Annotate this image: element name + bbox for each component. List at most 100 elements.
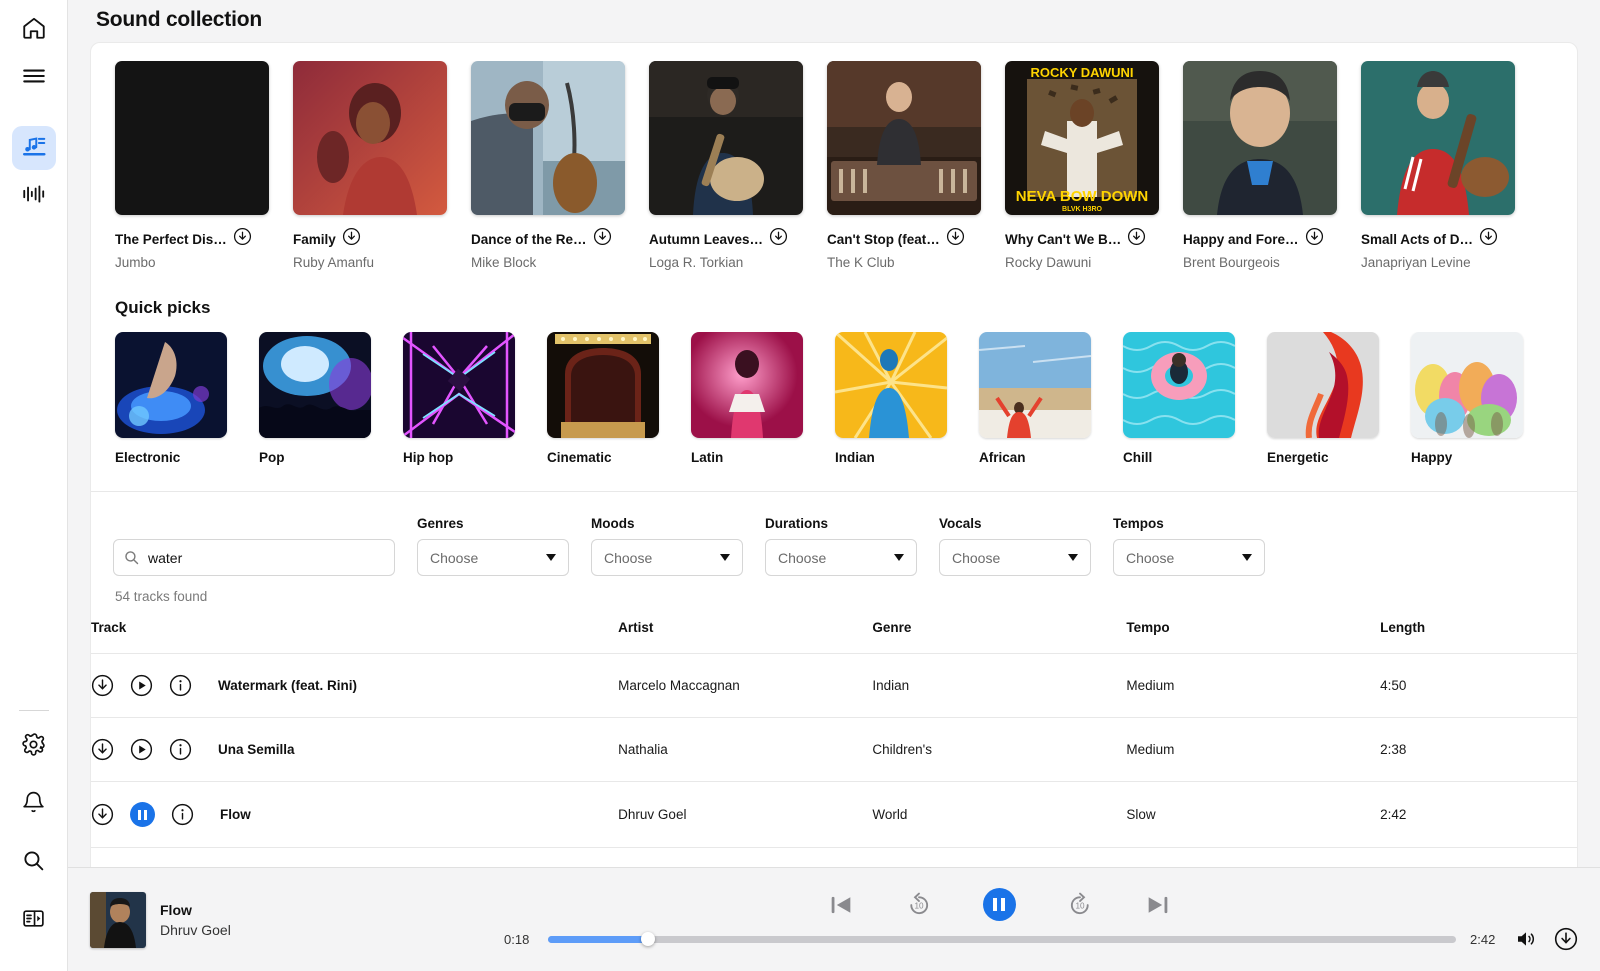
quick-pick-item[interactable]: Happy xyxy=(1411,332,1523,465)
cell-tempo: Medium xyxy=(1126,718,1380,782)
sidebar-item-notifications[interactable] xyxy=(12,783,56,827)
skip-next-icon[interactable] xyxy=(1144,891,1172,919)
tracks-table-head: Track Artist Genre Tempo Length xyxy=(91,620,1577,654)
quick-pick-item[interactable]: Indian xyxy=(835,332,947,465)
featured-card[interactable]: The Perfect Dis… Jumbo xyxy=(115,61,269,270)
featured-title: Autumn Leaves… xyxy=(649,232,763,247)
progress-bar[interactable] xyxy=(548,936,1456,943)
quick-pick-item[interactable]: Pop xyxy=(259,332,371,465)
tempos-select[interactable]: Choose xyxy=(1113,539,1265,576)
quick-picks-row[interactable]: Electronic Pop Hip hop xyxy=(91,332,1577,465)
column-header-artist[interactable]: Artist xyxy=(618,620,872,654)
quick-pick-art xyxy=(115,332,227,438)
rewind-10-icon[interactable]: 10 xyxy=(905,891,933,919)
sidebar-item-search[interactable] xyxy=(12,841,56,885)
featured-title-row: Why Can't We B… xyxy=(1005,227,1159,251)
download-circle-icon[interactable] xyxy=(946,227,965,251)
filter-label: Vocals xyxy=(939,516,1091,531)
download-circle-icon[interactable] xyxy=(1479,227,1498,251)
chevron-down-icon xyxy=(1068,554,1078,561)
pause-icon[interactable] xyxy=(130,802,155,827)
featured-card[interactable]: Family Ruby Amanfu xyxy=(293,61,447,270)
quick-pick-art xyxy=(403,332,515,438)
pause-icon[interactable] xyxy=(983,888,1016,921)
quick-pick-label: Happy xyxy=(1411,450,1523,465)
main-content: Sound collection The Perfect Dis… xyxy=(68,0,1600,971)
featured-card[interactable]: Small Acts of D… Janapriyan Levine xyxy=(1361,61,1515,270)
download-circle-icon[interactable] xyxy=(342,227,361,251)
gear-icon xyxy=(21,732,46,762)
quick-pick-item[interactable]: Hip hop xyxy=(403,332,515,465)
info-icon[interactable] xyxy=(169,674,192,697)
progress-handle[interactable] xyxy=(641,932,655,946)
featured-card[interactable]: Autumn Leaves… Loga R. Torkian xyxy=(649,61,803,270)
now-playing-title: Flow xyxy=(160,902,231,918)
featured-card[interactable]: ROCKY DAWUNI NEVA BOW DOWN BLVK H3RO xyxy=(1005,61,1159,270)
download-circle-icon[interactable] xyxy=(91,738,114,761)
sidebar-item-settings[interactable] xyxy=(12,725,56,769)
featured-card[interactable]: Dance of the Re… Mike Block xyxy=(471,61,625,270)
sidebar-item-panel-toggle[interactable] xyxy=(12,899,56,943)
genres-select[interactable]: Choose xyxy=(417,539,569,576)
download-circle-icon[interactable] xyxy=(769,227,788,251)
featured-artist: Loga R. Torkian xyxy=(649,255,803,270)
durations-select[interactable]: Choose xyxy=(765,539,917,576)
player-bar: Flow Dhruv Goel 10 xyxy=(68,867,1600,971)
cell-tempo: Slow xyxy=(1126,782,1380,848)
scroll-area[interactable]: The Perfect Dis… Jumbo xyxy=(68,42,1600,971)
album-art xyxy=(115,61,269,215)
featured-title-row: Can't Stop (feat… xyxy=(827,227,981,251)
search-icon xyxy=(21,848,46,878)
play-icon[interactable] xyxy=(130,738,153,761)
svg-text:NEVA BOW DOWN: NEVA BOW DOWN xyxy=(1016,188,1149,205)
column-header-genre[interactable]: Genre xyxy=(872,620,1126,654)
column-header-length[interactable]: Length xyxy=(1380,620,1577,654)
featured-title: Happy and Fore… xyxy=(1183,232,1299,247)
select-value: Choose xyxy=(778,550,826,566)
quick-pick-art xyxy=(1267,332,1379,438)
download-circle-icon[interactable] xyxy=(593,227,612,251)
info-icon[interactable] xyxy=(171,803,194,826)
search-input[interactable] xyxy=(113,539,395,576)
column-header-tempo[interactable]: Tempo xyxy=(1126,620,1380,654)
vocals-select[interactable]: Choose xyxy=(939,539,1091,576)
sound-collection-icon xyxy=(21,133,47,164)
quick-pick-item[interactable]: Energetic xyxy=(1267,332,1379,465)
featured-meta: Family Ruby Amanfu xyxy=(293,215,447,270)
skip-previous-icon[interactable] xyxy=(827,891,855,919)
featured-carousel[interactable]: The Perfect Dis… Jumbo xyxy=(91,61,1577,270)
download-circle-icon[interactable] xyxy=(1305,227,1324,251)
quick-pick-art xyxy=(691,332,803,438)
quick-pick-item[interactable]: Electronic xyxy=(115,332,227,465)
featured-card[interactable]: Can't Stop (feat… The K Club xyxy=(827,61,981,270)
sidebar-item-sound-collection[interactable] xyxy=(12,126,56,170)
sidebar-item-menu[interactable] xyxy=(12,56,56,100)
cell-artist: Nathalia xyxy=(618,718,872,782)
total-time: 2:42 xyxy=(1470,932,1500,947)
download-circle-icon[interactable] xyxy=(233,227,252,251)
quick-pick-item[interactable]: Chill xyxy=(1123,332,1235,465)
download-circle-icon[interactable] xyxy=(91,803,114,826)
progress-row: 0:18 2:42 xyxy=(420,927,1578,951)
download-circle-icon[interactable] xyxy=(91,674,114,697)
table-row[interactable]: Watermark (feat. Rini) Marcelo Maccagnan… xyxy=(91,654,1577,718)
album-art xyxy=(1183,61,1337,215)
table-row[interactable]: Flow Dhruv Goel World Slow 2:42 xyxy=(91,782,1577,848)
play-icon[interactable] xyxy=(130,674,153,697)
moods-select[interactable]: Choose xyxy=(591,539,743,576)
svg-text:ROCKY DAWUNI: ROCKY DAWUNI xyxy=(1030,65,1133,80)
quick-pick-item[interactable]: Latin xyxy=(691,332,803,465)
sidebar-item-home[interactable] xyxy=(12,8,56,52)
download-circle-icon[interactable] xyxy=(1554,927,1578,951)
featured-card[interactable]: Happy and Fore… Brent Bourgeois xyxy=(1183,61,1337,270)
quick-pick-item[interactable]: African xyxy=(979,332,1091,465)
quick-pick-item[interactable]: Cinematic xyxy=(547,332,659,465)
download-circle-icon[interactable] xyxy=(1127,227,1146,251)
table-row[interactable]: Una Semilla Nathalia Children's Medium 2… xyxy=(91,718,1577,782)
volume-icon[interactable] xyxy=(1514,927,1538,951)
featured-artist: Mike Block xyxy=(471,255,625,270)
forward-10-icon[interactable]: 10 xyxy=(1066,891,1094,919)
column-header-track[interactable]: Track xyxy=(91,620,618,654)
info-icon[interactable] xyxy=(169,738,192,761)
sidebar-item-audio[interactable] xyxy=(12,174,56,218)
